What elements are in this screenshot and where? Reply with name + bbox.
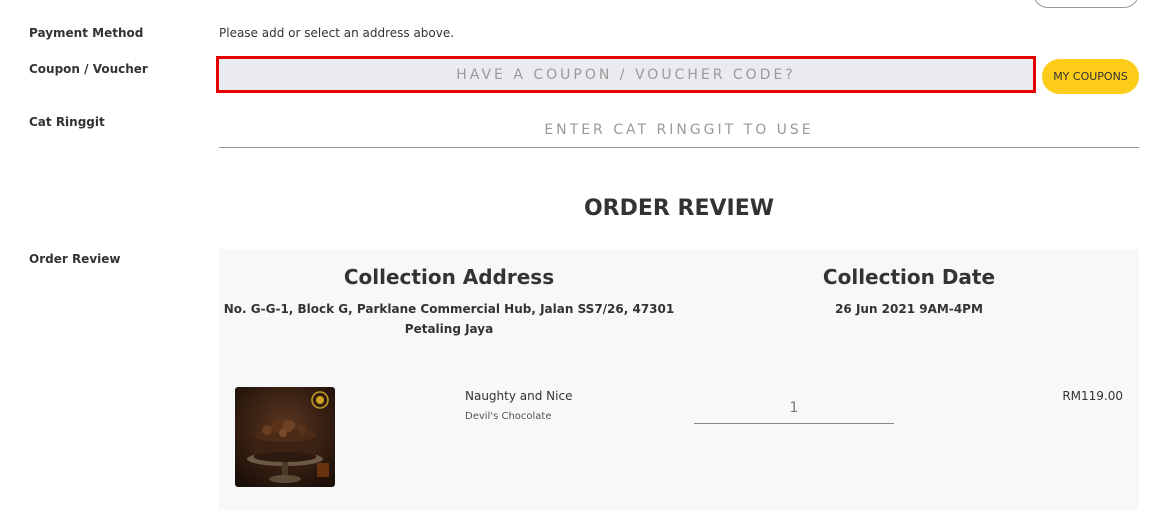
quantity-input[interactable]: [694, 393, 894, 424]
product-name: Naughty and Nice: [465, 389, 573, 403]
top-pill-button[interactable]: [1033, 0, 1139, 8]
order-review-label: Order Review: [29, 252, 121, 266]
product-variant: Devil's Chocolate: [465, 411, 552, 422]
coupon-code-input[interactable]: [216, 56, 1036, 93]
my-coupons-button[interactable]: MY COUPONS: [1042, 59, 1139, 94]
coupon-voucher-label: Coupon / Voucher: [29, 62, 148, 76]
product-image-chocolate-cake: [235, 387, 335, 487]
order-review-heading: ORDER REVIEW: [583, 196, 774, 221]
collection-date-title: Collection Date: [822, 265, 996, 289]
collection-address-line2: Petaling Jaya: [404, 322, 494, 336]
cat-ringgit-input[interactable]: [219, 112, 1139, 148]
collection-date-value: 26 Jun 2021 9AM-4PM: [835, 302, 983, 316]
cat-ringgit-label: Cat Ringgit: [29, 115, 105, 129]
collection-address-line1: No. G-G-1, Block G, Parklane Commercial …: [223, 302, 675, 316]
collection-address-title: Collection Address: [343, 265, 555, 289]
payment-method-label: Payment Method: [29, 26, 144, 40]
order-review-panel: Collection Address No. G-G-1, Block G, P…: [219, 249, 1139, 510]
product-price: RM119.00: [1062, 389, 1123, 403]
payment-method-message: Please add or select an address above.: [219, 26, 455, 40]
